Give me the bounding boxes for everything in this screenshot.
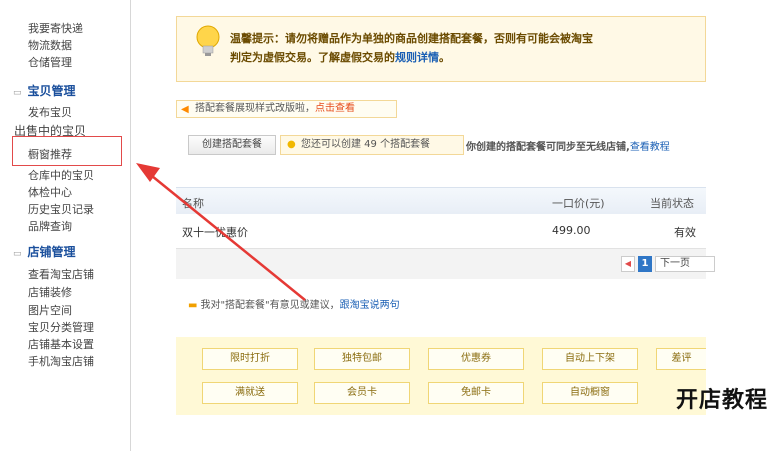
arrow-head — [136, 163, 160, 182]
speaker-icon: ◀ — [181, 104, 189, 115]
warning-tip-box: 温馨提示：请勿将赠品作为单独的商品创建搭配套餐，否则有可能会被淘宝 判定为虚假交… — [176, 16, 706, 82]
table-row: 双十一优惠价 499.00 有效 — [176, 222, 706, 242]
tool-auto-window[interactable]: 自动橱窗 — [542, 382, 638, 404]
sidebar-item-health-check[interactable]: 体检中心 — [28, 184, 72, 200]
sidebar-item-category-management[interactable]: 宝贝分类管理 — [28, 319, 94, 335]
sidebar-item-in-warehouse[interactable]: 仓库中的宝贝 — [28, 167, 94, 183]
quota-badge: ● 您还可以创建 49 个搭配套餐 — [280, 135, 464, 155]
collapse-icon: ▭ — [13, 249, 22, 259]
rule-details-link[interactable]: 规则详情 — [395, 51, 439, 64]
next-page-button[interactable]: 下一页 — [655, 256, 715, 272]
sidebar-item-brand-query[interactable]: 品牌查询 — [28, 218, 72, 234]
column-header-status: 当前状态 — [650, 197, 694, 210]
column-header-name: 名称 — [182, 197, 204, 210]
sidebar-item-publish[interactable]: 发布宝贝 — [28, 104, 72, 120]
chat-icon: ▬ — [188, 300, 198, 311]
tip-text: 温馨提示：请勿将赠品作为单独的商品创建搭配套餐，否则有可能会被淘宝 判定为虚假交… — [230, 32, 593, 64]
tool-coupon[interactable]: 优惠券 — [428, 348, 524, 370]
sidebar-section-shop-management[interactable]: ▭ 店铺管理 — [13, 243, 76, 260]
marketing-tools-panel: 限时打折 独特包邮 优惠券 自动上下架 差评 满就送 会员卡 免邮卡 自动橱窗 — [176, 337, 706, 415]
tool-free-mail-card[interactable]: 免邮卡 — [428, 382, 524, 404]
sidebar-item-send-express[interactable]: 我要寄快递 — [28, 20, 83, 36]
page-number-1[interactable]: 1 — [638, 256, 652, 272]
package-name[interactable]: 双十一优惠价 — [182, 224, 248, 240]
collapse-icon: ▭ — [13, 88, 22, 98]
feedback-line: ▬ 我对"搭配套餐"有意见或建议，跟淘宝说两句 — [188, 300, 400, 311]
sidebar: 我要寄快递 物流数据 仓储管理 ▭ 宝贝管理 发布宝贝 出售中的宝贝 橱窗推荐 仓… — [0, 0, 131, 451]
tool-limited-discount[interactable]: 限时打折 — [202, 348, 298, 370]
tool-bad-review[interactable]: 差评 — [656, 348, 706, 370]
tool-free-shipping[interactable]: 独特包邮 — [314, 348, 410, 370]
feedback-link[interactable]: 跟淘宝说两句 — [340, 300, 400, 311]
tool-full-gift[interactable]: 满就送 — [202, 382, 298, 404]
view-tutorial-link[interactable]: 查看教程 — [630, 142, 670, 153]
table-header: 名称 一口价(元) 当前状态 — [176, 187, 706, 214]
sync-info: 你创建的搭配套餐可同步至无线店铺,查看教程 — [466, 142, 670, 153]
sidebar-item-mobile-shop[interactable]: 手机淘宝店铺 — [28, 353, 94, 369]
watermark-text: 开店教程 — [676, 388, 769, 413]
sidebar-item-shop-decoration[interactable]: 店铺装修 — [28, 284, 72, 300]
sidebar-section-item-management[interactable]: ▭ 宝贝管理 — [13, 82, 76, 99]
sidebar-item-logistics-data[interactable]: 物流数据 — [28, 37, 72, 53]
sidebar-item-shop-settings[interactable]: 店铺基本设置 — [28, 336, 94, 352]
sidebar-item-image-space[interactable]: 图片空间 — [28, 302, 72, 318]
tool-auto-listing[interactable]: 自动上下架 — [542, 348, 638, 370]
highlight-annotation-box — [12, 136, 122, 166]
create-package-button[interactable]: 创建搭配套餐 — [188, 135, 276, 155]
lightbulb-icon: ● — [287, 139, 296, 150]
sidebar-item-history[interactable]: 历史宝贝记录 — [28, 201, 94, 217]
style-change-notice: ◀ 搭配套餐展现样式改版啦，点击查看 — [176, 100, 397, 118]
sidebar-item-warehouse[interactable]: 仓储管理 — [28, 54, 72, 70]
click-to-view-link[interactable]: 点击查看 — [315, 103, 355, 114]
pagination: ◀ 1 下一页 — [176, 248, 715, 279]
package-status: 有效 — [674, 226, 696, 239]
tool-member-card[interactable]: 会员卡 — [314, 382, 410, 404]
prev-page-button[interactable]: ◀ — [621, 256, 635, 272]
package-price: 499.00 — [552, 224, 591, 237]
lightbulb-icon — [196, 25, 220, 56]
column-header-price: 一口价(元) — [552, 197, 605, 210]
sidebar-item-view-shop[interactable]: 查看淘宝店铺 — [28, 266, 94, 282]
